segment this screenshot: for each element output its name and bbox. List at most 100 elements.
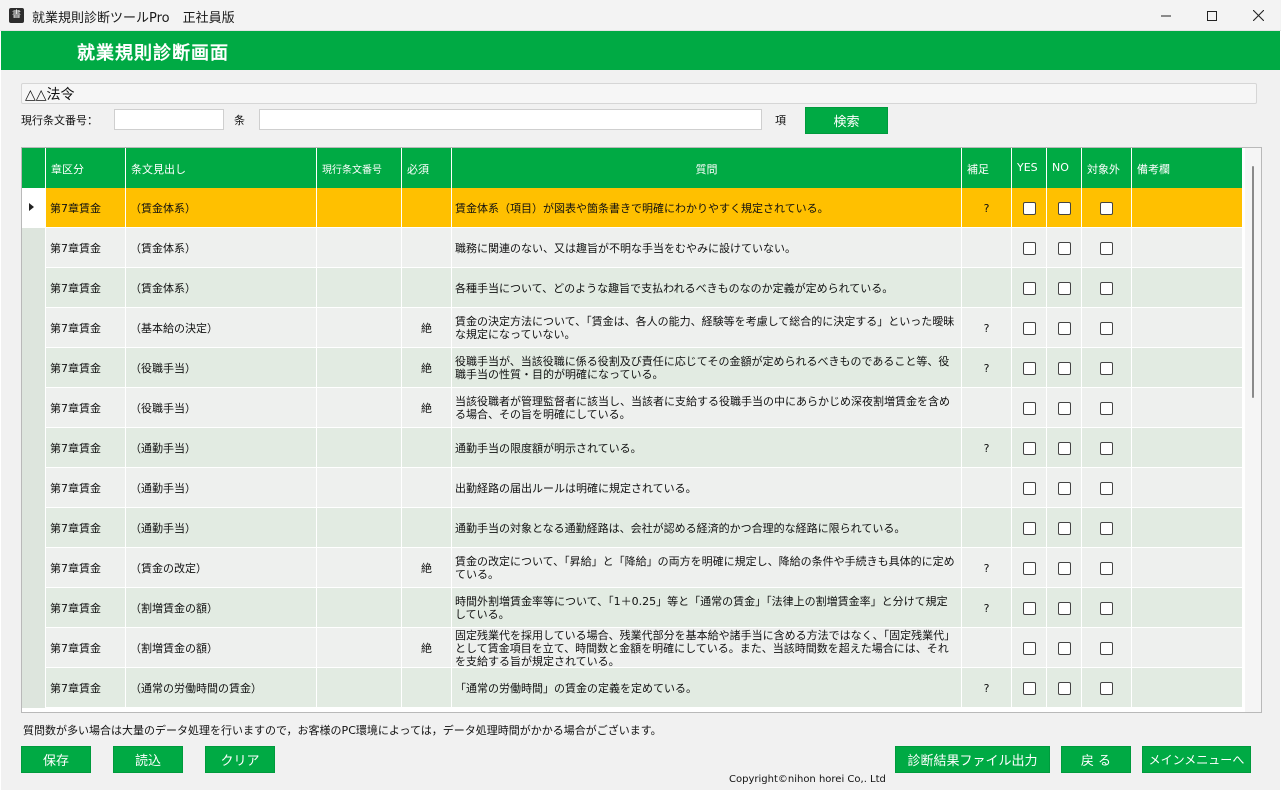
table-row[interactable]: 第7章賃金 （役職手当） 絶役職手当が、当該役職に係る役割及び責任に応じてその金額が… — [22, 348, 1243, 388]
yes-checkbox[interactable] — [1022, 361, 1036, 375]
table-row[interactable]: 第7章賃金 （賃金体系） 職務に関連のない、又は趣旨が不明な手当をむやみに設けていな… — [22, 228, 1243, 268]
na-checkbox[interactable] — [1100, 641, 1113, 655]
cell-remarks[interactable] — [1132, 508, 1243, 548]
row-selector[interactable] — [22, 548, 46, 588]
load-button[interactable]: 読込 — [113, 746, 183, 773]
cell-remarks[interactable] — [1132, 428, 1243, 468]
no-checkbox[interactable] — [1057, 521, 1071, 535]
cell-remarks[interactable] — [1132, 348, 1243, 388]
minimize-button[interactable] — [1143, 0, 1189, 31]
yes-checkbox[interactable] — [1022, 561, 1036, 575]
no-checkbox[interactable] — [1057, 241, 1071, 255]
no-checkbox[interactable] — [1057, 601, 1071, 615]
table-row[interactable]: 第7章賃金 （通勤手当） 通勤手当の限度額が明示されている。? — [22, 428, 1243, 468]
table-row[interactable]: 第7章賃金 （基本給の決定） 絶賃金の決定方法について、「賃金は、各人の能力、経験等… — [22, 308, 1243, 348]
row-selector[interactable] — [22, 628, 46, 668]
yes-checkbox[interactable] — [1022, 401, 1036, 415]
maximize-button[interactable] — [1189, 0, 1235, 31]
export-results-button[interactable]: 診断結果ファイル出力 — [895, 746, 1050, 773]
column-header-question[interactable]: 質問 — [452, 148, 962, 188]
search-button[interactable]: 検索 — [805, 107, 888, 134]
na-checkbox[interactable] — [1100, 241, 1113, 255]
row-selector[interactable] — [22, 668, 46, 708]
yes-checkbox[interactable] — [1022, 601, 1036, 615]
row-selector[interactable] — [22, 308, 46, 348]
row-selector[interactable] — [22, 508, 46, 548]
grid-scrollbar[interactable] — [1245, 148, 1261, 712]
row-selector[interactable] — [22, 188, 46, 228]
na-checkbox[interactable] — [1100, 441, 1113, 455]
table-row[interactable]: 第7章賃金 （賃金の改定） 絶賃金の改定について、「昇給」と「降給」の両方を明確に規… — [22, 548, 1243, 588]
na-checkbox[interactable] — [1100, 361, 1113, 375]
no-checkbox[interactable] — [1057, 681, 1071, 695]
cell-remarks[interactable] — [1132, 668, 1243, 708]
yes-checkbox[interactable] — [1022, 241, 1036, 255]
column-header-heading[interactable]: 条文見出し — [126, 148, 317, 188]
cell-remarks[interactable] — [1132, 308, 1243, 348]
no-checkbox[interactable] — [1057, 321, 1071, 335]
cell-remarks[interactable] — [1132, 388, 1243, 428]
yes-checkbox[interactable] — [1022, 641, 1036, 655]
no-checkbox[interactable] — [1057, 481, 1071, 495]
yes-checkbox[interactable] — [1022, 481, 1036, 495]
table-row[interactable]: 第7章賃金 （通常の労働時間の賃金） 「通常の労働時間」の賃金の定義を定めている。? — [22, 668, 1243, 708]
column-header-not-applicable[interactable]: 対象外 — [1082, 148, 1132, 188]
table-row[interactable]: 第7章賃金 （通勤手当） 出勤経路の届出ルールは明確に規定されている。 — [22, 468, 1243, 508]
column-header-no[interactable]: NO — [1047, 148, 1082, 188]
yes-checkbox[interactable] — [1022, 321, 1036, 335]
scrollbar-thumb[interactable] — [1252, 166, 1254, 398]
row-selector[interactable] — [22, 588, 46, 628]
row-selector[interactable] — [22, 348, 46, 388]
no-checkbox[interactable] — [1057, 561, 1071, 575]
column-header-chapter[interactable]: 章区分 — [46, 148, 126, 188]
cell-remarks[interactable] — [1132, 228, 1243, 268]
yes-checkbox[interactable] — [1022, 441, 1036, 455]
na-checkbox[interactable] — [1100, 521, 1113, 535]
column-header-article-number[interactable]: 現行条文番号 — [317, 148, 402, 188]
cell-remarks[interactable] — [1132, 188, 1243, 228]
cell-remarks[interactable] — [1132, 268, 1243, 308]
no-checkbox[interactable] — [1057, 201, 1071, 215]
yes-checkbox[interactable] — [1022, 521, 1036, 535]
na-checkbox[interactable] — [1100, 681, 1113, 695]
cell-remarks[interactable] — [1132, 628, 1243, 668]
clear-button[interactable]: クリア — [205, 746, 275, 773]
row-selector[interactable] — [22, 268, 46, 308]
cell-remarks[interactable] — [1132, 548, 1243, 588]
row-selector[interactable] — [22, 388, 46, 428]
column-header-remarks[interactable]: 備考欄 — [1132, 148, 1243, 188]
column-header-yes[interactable]: YES — [1012, 148, 1047, 188]
no-checkbox[interactable] — [1057, 281, 1071, 295]
table-row[interactable]: 第7章賃金 （賃金体系） 賃金体系（項目）が図表や箇条書きで明確にわかりやすく規定さ… — [22, 188, 1243, 228]
save-button[interactable]: 保存 — [21, 746, 91, 773]
na-checkbox[interactable] — [1100, 481, 1113, 495]
na-checkbox[interactable] — [1100, 601, 1113, 615]
cell-remarks[interactable] — [1132, 468, 1243, 508]
no-checkbox[interactable] — [1057, 441, 1071, 455]
cell-remarks[interactable] — [1132, 588, 1243, 628]
no-checkbox[interactable] — [1057, 401, 1071, 415]
main-menu-button[interactable]: メインメニューへ — [1142, 746, 1251, 773]
table-row[interactable]: 第7章賃金 （賃金体系） 各種手当について、どのような趣旨で支払われるべきものなのか… — [22, 268, 1243, 308]
yes-checkbox[interactable] — [1022, 681, 1036, 695]
no-checkbox[interactable] — [1057, 641, 1071, 655]
na-checkbox[interactable] — [1100, 321, 1113, 335]
column-header-note[interactable]: 補足 — [962, 148, 1012, 188]
table-row[interactable]: 第7章賃金 （役職手当） 絶当該役職者が管理監督者に該当し、当該者に支給する役職手当… — [22, 388, 1243, 428]
yes-checkbox[interactable] — [1022, 201, 1036, 215]
table-row[interactable]: 第7章賃金 （通勤手当） 通勤手当の対象となる通勤経路は、会社が認める経済的かつ合理… — [22, 508, 1243, 548]
back-button[interactable]: 戻 る — [1061, 746, 1131, 773]
table-row[interactable]: 第7章賃金 （割増賃金の額） 時間外割増賃金率等について、「1＋0.25」等と「通常… — [22, 588, 1243, 628]
na-checkbox[interactable] — [1100, 561, 1113, 575]
yes-checkbox[interactable] — [1022, 281, 1036, 295]
row-selector[interactable] — [22, 428, 46, 468]
article-number-input[interactable] — [114, 109, 224, 130]
na-checkbox[interactable] — [1100, 281, 1113, 295]
column-header-required[interactable]: 必須 — [402, 148, 452, 188]
na-checkbox[interactable] — [1100, 401, 1113, 415]
row-selector[interactable] — [22, 468, 46, 508]
no-checkbox[interactable] — [1057, 361, 1071, 375]
table-row[interactable]: 第7章賃金 （割増賃金の額） 絶固定残業代を採用している場合、残業代部分を基本給や諸… — [22, 628, 1243, 668]
close-button[interactable] — [1235, 0, 1281, 31]
clause-input[interactable] — [259, 109, 762, 130]
